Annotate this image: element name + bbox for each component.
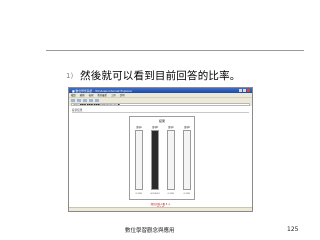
forward-arrow-icon[interactable] <box>77 98 81 102</box>
column-count: 0 (0%) <box>167 193 175 195</box>
home-icon[interactable] <box>89 98 93 102</box>
slide-footer: 數位學習觀念與應用 <box>125 228 175 234</box>
window-title: ■ 數位學習系統 - Windows Internet Explorer <box>72 88 133 93</box>
close-icon[interactable] <box>247 89 250 92</box>
content-divider <box>72 112 249 113</box>
menu-item-file[interactable]: 檔案 <box>71 93 76 97</box>
column-header: 選項C <box>168 126 174 129</box>
page-number: 125 <box>287 226 299 233</box>
result-bar <box>135 130 143 190</box>
menu-item-edit[interactable]: 編輯 <box>80 93 85 97</box>
column-count: 4 (100%) <box>150 193 160 195</box>
embedded-browser-screenshot: ■ 數位學習系統 - Windows Internet Explorer 檔案 … <box>68 87 253 212</box>
minimize-icon[interactable] <box>239 89 242 92</box>
result-bar-fill <box>152 131 158 189</box>
status-bar <box>69 207 252 211</box>
bullet-marker: 1) <box>66 72 74 80</box>
back-arrow-icon[interactable] <box>71 98 75 102</box>
result-bar <box>183 130 191 190</box>
column-header: 選項B <box>152 126 158 129</box>
menu-item-help[interactable]: 說明 <box>120 93 125 97</box>
results-panel: 結果 選項A 選項B 選項C 選項D 0 (0%) 4 (100%) 0 (0%… <box>129 116 195 200</box>
menu-item-favorites[interactable]: 我的最愛 <box>97 93 107 97</box>
page-content: 投票結果 結果 選項A 選項B 選項C 選項D 0 (0%) 4 (100%) … <box>69 106 252 209</box>
window-controls <box>239 89 252 92</box>
column-header: 選項A <box>136 126 142 129</box>
column-count: 0 (0%) <box>135 193 143 195</box>
results-title: 結果 <box>158 119 165 123</box>
menu-item-tools[interactable]: 工具 <box>111 93 116 97</box>
column-count: 0 (0%) <box>183 193 191 195</box>
search-icon[interactable] <box>95 98 99 102</box>
slide-heading: 然後就可以看到目前回答的比率。 <box>80 70 241 82</box>
maximize-icon[interactable] <box>243 89 246 92</box>
menu-item-view[interactable]: 檢視 <box>89 93 94 97</box>
top-divider <box>46 50 304 51</box>
column-header: 選項D <box>183 126 191 129</box>
result-bar <box>151 130 159 190</box>
result-bar <box>167 130 175 190</box>
refresh-icon[interactable] <box>83 98 87 102</box>
